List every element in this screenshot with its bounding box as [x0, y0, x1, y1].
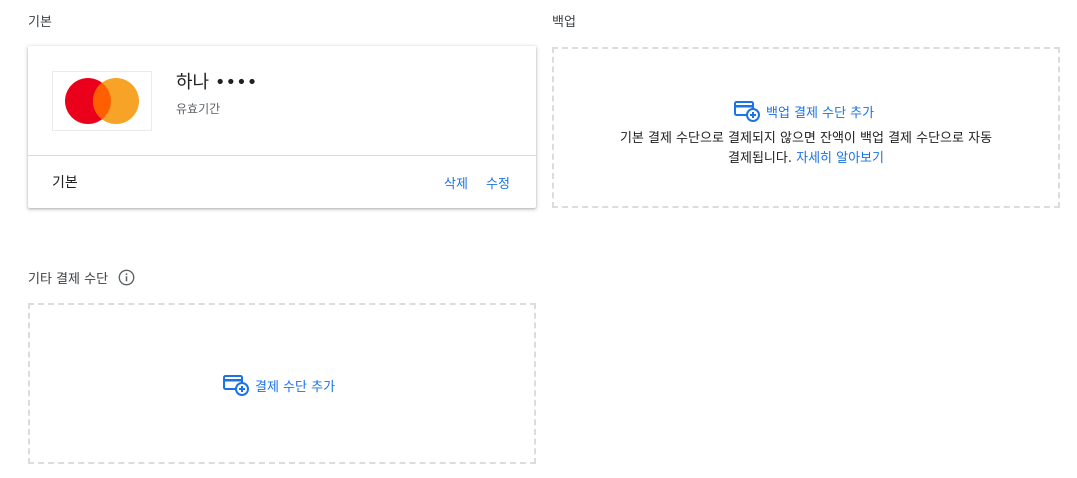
backup-section-label: 백업 [552, 15, 576, 30]
info-icon[interactable] [118, 269, 135, 286]
add-backup-payment-button[interactable]: 백업 결제 수단 추가 [734, 100, 874, 122]
delete-button[interactable]: 삭제 [444, 173, 468, 192]
card-name: 하나 •••• [176, 72, 258, 93]
add-card-icon [223, 375, 249, 396]
backup-description: 기본 결제 수단으로 결제되지 않으면 잔액이 백업 결제 수단으로 자동 결제… [574, 129, 1038, 169]
primary-payment-card: 하나 •••• 유효기간 기본 삭제 수정 [28, 46, 536, 208]
primary-section-label: 기본 [28, 15, 52, 30]
backup-description-line2: 결제됩니다. 자세히 알아보기 [574, 149, 1038, 169]
backup-description-prefix: 결제됩니다. [728, 151, 797, 166]
card-top-area: 하나 •••• 유효기간 [28, 46, 536, 156]
mastercard-icon [65, 78, 139, 124]
mastercard-logo [52, 71, 152, 131]
add-payment-method-button[interactable]: 결제 수단 추가 [223, 374, 335, 396]
other-payment-section-header: 기타 결제 수단 [28, 268, 135, 287]
other-payment-box: 결제 수단 추가 [28, 303, 536, 464]
card-expiry-label: 유효기간 [176, 102, 221, 116]
add-card-icon [734, 101, 760, 122]
backup-description-line1: 기본 결제 수단으로 결제되지 않으면 잔액이 백업 결제 수단으로 자동 [619, 131, 993, 146]
backup-payment-box: 백업 결제 수단 추가 기본 결제 수단으로 결제되지 않으면 잔액이 백업 결… [552, 47, 1060, 208]
add-payment-method-label: 결제 수단 추가 [255, 379, 336, 395]
edit-button[interactable]: 수정 [486, 173, 510, 192]
add-backup-label: 백업 결제 수단 추가 [766, 105, 875, 121]
learn-more-link[interactable]: 자세히 알아보기 [796, 151, 884, 166]
default-badge-label: 기본 [52, 175, 78, 191]
other-payment-section-label: 기타 결제 수단 [28, 272, 109, 287]
